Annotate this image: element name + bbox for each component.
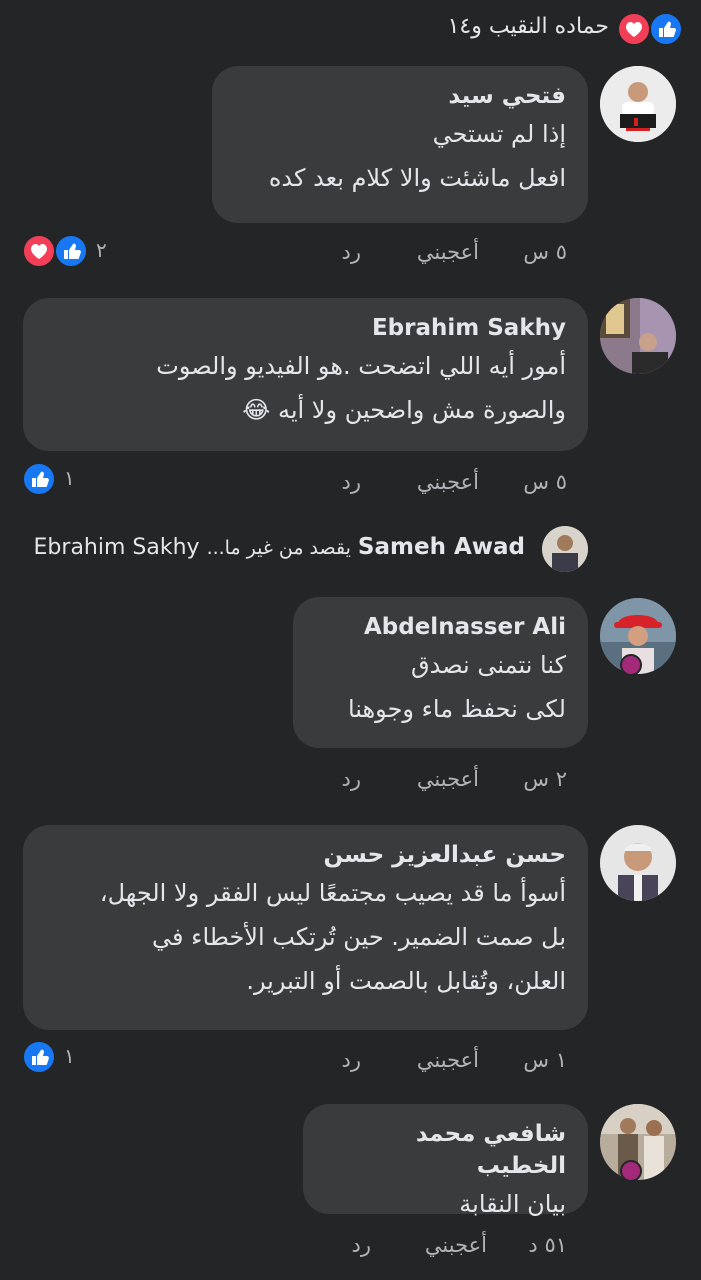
comment-author[interactable]: فتحي سيد (234, 80, 566, 112)
like-icon (22, 1040, 56, 1074)
comment-text: أسوأ ما قد يصيب مجتمعًا ليس الفقر ولا ال… (99, 879, 566, 995)
comment-bubble: حسن عبدالعزيز حسن أسوأ ما قد يصيب مجتمعً… (23, 825, 588, 1030)
love-icon (22, 234, 56, 268)
comment-timestamp[interactable]: ٥ س (523, 470, 567, 494)
comment-timestamp[interactable]: ٥١ د (528, 1233, 567, 1257)
profile-badge-icon (620, 654, 642, 676)
comment-bubble: Abdelnasser Ali كنا نتمنى نصدق لكى نحفظ … (293, 597, 588, 748)
reply-button[interactable]: رد (342, 767, 362, 791)
comment-actions: ٢ س أعجبني رد (0, 767, 701, 797)
comment-bubble: Ebrahim Sakhy أمور أيه اللي اتضحت .هو ال… (23, 298, 588, 451)
comment-text: كنا نتمنى نصدق لكى نحفظ ماء وجوهنا (347, 651, 566, 723)
reply-author[interactable]: Sameh Awad (358, 534, 525, 560)
reaction-count: ١ (64, 466, 75, 490)
avatar[interactable] (542, 526, 588, 572)
comment-actions: ٥ س أعجبني رد (0, 470, 701, 500)
comment-reactions[interactable]: ٢ (22, 234, 122, 268)
avatar[interactable] (600, 66, 676, 142)
reactions-summary-text[interactable]: حماده النقيب و١٤ (448, 14, 609, 39)
comment-bubble: شافعي محمد الخطيب بيان النقابة (303, 1104, 588, 1218)
top-reactions-summary[interactable]: حماده النقيب و١٤ (420, 12, 685, 46)
avatar[interactable] (600, 825, 676, 901)
comment-actions: ١ س أعجبني رد (0, 1048, 701, 1078)
like-button[interactable]: أعجبني (417, 240, 479, 264)
reply-preview[interactable]: Sameh Awad يقصد من غير ما... Ebrahim Sak… (0, 524, 701, 576)
comment-author[interactable]: حسن عبدالعزيز حسن (45, 839, 566, 871)
comment-bubble: فتحي سيد إذا لم تستحي افعل ماشئت والا كل… (212, 66, 588, 223)
reply-button[interactable]: رد (352, 1233, 372, 1257)
comment-text: بيان النقابة (459, 1190, 566, 1218)
like-icon (649, 12, 683, 46)
comment-timestamp[interactable]: ٢ س (523, 767, 567, 791)
comment-reactions[interactable]: ١ (22, 1040, 92, 1074)
like-icon (54, 234, 88, 268)
love-icon (617, 12, 651, 46)
reaction-count: ١ (64, 1044, 75, 1068)
profile-badge-icon (620, 1160, 642, 1182)
reply-button[interactable]: رد (342, 1048, 362, 1072)
like-button[interactable]: أعجبني (417, 767, 479, 791)
comment-text: أمور أيه اللي اتضحت .هو الفيديو والصوت و… (156, 352, 566, 424)
comment-text: إذا لم تستحي افعل ماشئت والا كلام بعد كد… (268, 120, 566, 192)
comment-timestamp[interactable]: ١ س (523, 1048, 567, 1072)
like-button[interactable]: أعجبني (417, 470, 479, 494)
comment-actions: ٥١ د أعجبني رد (0, 1233, 701, 1263)
reply-snippet: يقصد من غير ما... (206, 537, 351, 559)
comment-author[interactable]: Ebrahim Sakhy (45, 312, 566, 344)
comment-author[interactable]: شافعي محمد الخطيب (325, 1118, 566, 1182)
reply-mention[interactable]: Ebrahim Sakhy (34, 535, 200, 560)
like-icon (22, 462, 56, 496)
reaction-count: ٢ (96, 238, 107, 262)
like-button[interactable]: أعجبني (417, 1048, 479, 1072)
reply-button[interactable]: رد (342, 470, 362, 494)
comment-timestamp[interactable]: ٥ س (523, 240, 567, 264)
reply-button[interactable]: رد (342, 240, 362, 264)
like-button[interactable]: أعجبني (425, 1233, 487, 1257)
comment-reactions[interactable]: ١ (22, 462, 92, 496)
comment-author[interactable]: Abdelnasser Ali (315, 611, 566, 643)
avatar[interactable] (600, 298, 676, 374)
